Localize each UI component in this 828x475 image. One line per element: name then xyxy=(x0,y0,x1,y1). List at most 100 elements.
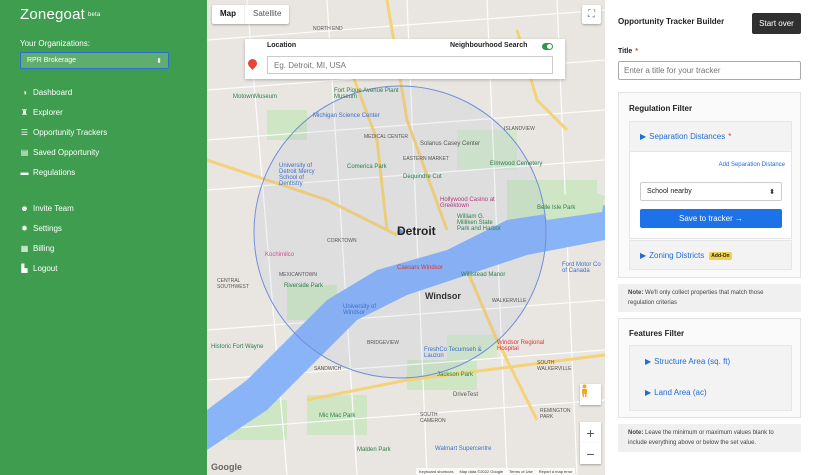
team-icon: ☻ xyxy=(20,203,29,213)
map-label-mic-mac-park: Mic Mac Park xyxy=(319,413,356,419)
map-pin-icon xyxy=(246,57,259,70)
location-label: Location xyxy=(267,42,297,49)
zoom-in-button[interactable]: + xyxy=(580,422,601,443)
secondary-nav: ☻ Invite Team ✹ Settings ▦ Billing ▙ Logout xyxy=(20,198,74,278)
map-data-text: Map data ©2022 Google xyxy=(459,469,504,474)
map-label-central-southwest: CENTRAL SOUTHWEST xyxy=(217,278,249,290)
map-label-south-cameron: SOUTH CAMERON xyxy=(420,412,446,424)
panel-title: Opportunity Tracker Builder xyxy=(618,17,725,26)
map-label-north-end: NORTH END xyxy=(313,26,343,32)
pegman-icon[interactable] xyxy=(580,384,601,405)
regulation-note: Note: We'll only collect properties that… xyxy=(618,284,801,312)
gear-icon: ✹ xyxy=(21,223,28,233)
map-label-corktown: CORKTOWN xyxy=(327,238,357,244)
org-selected-value: RPR Brokerage xyxy=(27,57,77,64)
map-attribution: Keyboard shortcuts Map data ©2022 Google… xyxy=(416,468,576,475)
saved-icon: ▤ xyxy=(20,147,29,157)
map-label-detroit: Detroit xyxy=(397,224,436,238)
nav-regulations[interactable]: ▬ Regulations xyxy=(20,162,107,182)
map-label-mexicantown: MEXICANTOWN xyxy=(279,272,317,278)
nav-explorer[interactable]: ♜ Explorer xyxy=(20,102,107,122)
caret-right-icon: ▶ xyxy=(645,357,652,366)
select-arrows-icon: ⬍ xyxy=(156,57,162,65)
map-label-south-walkerville: SOUTH WALKERVILLE xyxy=(537,360,572,372)
map-tab-satellite[interactable]: Satellite xyxy=(244,5,289,24)
org-label: Your Organizations: xyxy=(20,39,90,48)
terms-link[interactable]: Terms of Use xyxy=(509,469,533,474)
map-label-fort-wayne: Historic Fort Wayne xyxy=(211,344,264,350)
nav-opportunity-trackers[interactable]: ☰ Opportunity Trackers xyxy=(20,122,107,142)
map-label-university-windsor: University of Windsor xyxy=(343,304,377,316)
location-input[interactable] xyxy=(267,56,553,74)
beta-tag: beta xyxy=(87,12,101,19)
features-note: Note: Leave the minimum or maximum value… xyxy=(618,424,801,452)
binoculars-icon: ♜ xyxy=(20,107,29,117)
nav-saved-opportunity[interactable]: ▤ Saved Opportunity xyxy=(20,142,107,162)
nav-dashboard[interactable]: ◑ Dashboard xyxy=(20,82,107,102)
select-arrows-icon: ⬍ xyxy=(769,188,775,196)
billing-icon: ▦ xyxy=(20,243,29,253)
caret-right-icon: ▶ xyxy=(640,132,647,141)
title-label: Title * xyxy=(618,48,638,55)
separation-distances-toggle[interactable]: ▶ Separation Distances * xyxy=(640,132,731,141)
map-label-willistead-manor: Willistead Manor xyxy=(461,272,506,278)
map-label-belle-isle: Belle Isle Park xyxy=(537,205,576,211)
caret-right-icon: ▶ xyxy=(645,388,652,397)
regulation-filter-card: Regulation Filter ▶ Separation Distances… xyxy=(618,92,801,278)
keyboard-shortcuts-link[interactable]: Keyboard shortcuts xyxy=(419,469,453,474)
nav-invite-team[interactable]: ☻ Invite Team xyxy=(20,198,73,218)
add-separation-distance-link[interactable]: Add Separation Distance xyxy=(719,162,785,168)
map-label-riverside-park: Riverside Park xyxy=(284,283,324,289)
map-label-motown-museum: MotownMuseum xyxy=(233,94,278,100)
land-area-toggle[interactable]: ▶ Land Area (ac) xyxy=(645,388,707,397)
caret-right-icon: ▶ xyxy=(640,251,647,260)
title-input[interactable] xyxy=(618,61,801,80)
map-label-windsor: Windsor xyxy=(425,291,461,301)
nav-settings[interactable]: ✹ Settings xyxy=(20,218,74,238)
map-label-plant-museum: Fort Pique Avenue Plant Museum xyxy=(334,88,399,100)
map-view[interactable]: Detroit Windsor NORTH END MEDICAL CENTER… xyxy=(207,0,605,475)
zoom-out-button[interactable]: − xyxy=(580,443,601,464)
location-search-panel: Location Neighbourhood Search xyxy=(245,39,565,79)
logout-icon: ▙ xyxy=(21,263,28,273)
neighbourhood-search-label: Neighbourhood Search xyxy=(450,42,528,49)
list-icon: ☰ xyxy=(20,127,29,137)
report-error-link[interactable]: Report a map error xyxy=(539,469,573,474)
primary-nav: ◑ Dashboard ♜ Explorer ☰ Opportunity Tracke… xyxy=(20,82,108,182)
regulation-filter-heading: Regulation Filter xyxy=(629,104,693,113)
start-over-button[interactable]: Start over xyxy=(752,13,801,34)
addon-badge: Add-On xyxy=(709,251,732,260)
features-filter-heading: Features Filter xyxy=(629,329,685,338)
map-label-islandview: ISLANDVIEW xyxy=(504,126,535,132)
map-label-hollywood-casino: Hollywood Casino at Greektown xyxy=(440,197,495,209)
map-label-dequindre-cut: Dequindre Cut xyxy=(403,174,442,180)
zoning-districts-toggle[interactable]: ▶ Zoning Districts Add-On xyxy=(640,251,732,260)
map-label-udm-dentistry: University of Detroit Mercy School of De… xyxy=(279,163,315,187)
map-label-windsor-hospital: Windsor Regional Hospital xyxy=(497,340,545,352)
required-marker: * xyxy=(635,48,638,55)
map-label-science-center: Michigan Science Center xyxy=(313,113,380,119)
nav-logout[interactable]: ▙ Logout xyxy=(20,258,74,278)
separation-type-select[interactable]: School nearby ⬍ xyxy=(640,182,782,201)
dashboard-icon: ◑ xyxy=(22,87,27,97)
nav-billing[interactable]: ▦ Billing xyxy=(20,238,74,258)
map-label-walmart: Walmart Supercentre xyxy=(435,446,492,452)
org-select[interactable]: RPR Brokerage ⬍ xyxy=(20,52,169,69)
app-logo[interactable]: Zonegoat beta xyxy=(20,6,100,23)
map-label-caesars-windsor: Caesars Windsor xyxy=(397,265,444,271)
neighbourhood-search-toggle[interactable] xyxy=(542,43,553,50)
map-type-tabs: Map Satellite xyxy=(212,5,290,24)
map-label-eastern-market: EASTERN MARKET xyxy=(403,156,449,162)
save-to-tracker-button[interactable]: Save to tracker → xyxy=(640,209,782,228)
structure-area-toggle[interactable]: ▶ Structure Area (sq. ft) xyxy=(645,357,730,366)
map-label-medical-center: MEDICAL CENTER xyxy=(364,134,408,140)
map-tab-map[interactable]: Map xyxy=(212,5,244,24)
map-label-malden-park: Malden Park xyxy=(357,447,391,453)
fullscreen-icon[interactable]: ⛶ xyxy=(582,5,601,24)
features-accordion: ▶ Structure Area (sq. ft) ▶ Land Area (a… xyxy=(629,345,792,411)
map-label-ford-canada: Ford Motor Co of Canada xyxy=(562,262,601,274)
map-label-milliken-park: William G. Milliken State Park and Harbo… xyxy=(457,214,502,232)
map-label-bridgeview: BRIDGEVIEW xyxy=(367,340,399,346)
zoning-districts-section: ▶ Zoning Districts Add-On xyxy=(629,240,792,270)
map-label-comerica-park: Comerica Park xyxy=(347,164,387,170)
